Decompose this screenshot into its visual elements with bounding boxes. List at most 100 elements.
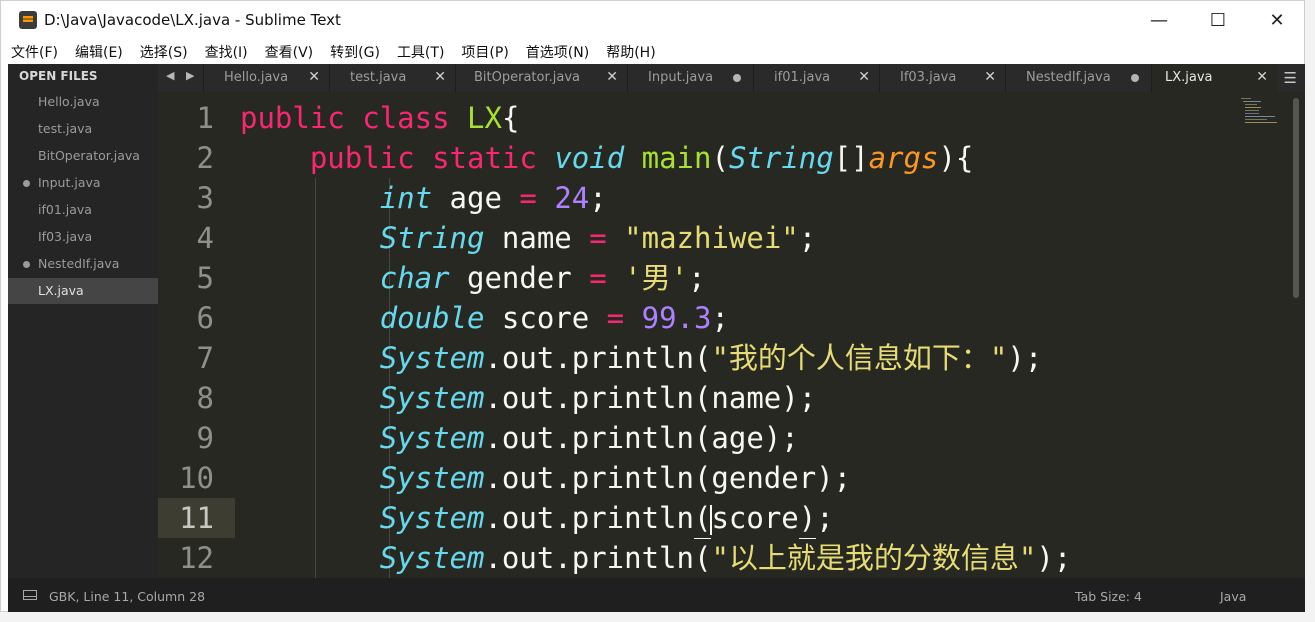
- tab-hello[interactable]: Hello.java ✕: [203, 64, 329, 92]
- sidebar-item-nestedif[interactable]: NestedIf.java: [8, 251, 158, 277]
- sidebar-item-label: Hello.java: [38, 94, 100, 109]
- tab-close-icon[interactable]: ✕: [984, 69, 996, 85]
- unsaved-dot-icon: [23, 261, 30, 268]
- line-number: 3: [196, 181, 214, 215]
- line-number: 7: [196, 341, 214, 375]
- code-line-9: System.out.println(age);: [379, 421, 799, 455]
- menu-view[interactable]: 查看(V): [265, 42, 314, 62]
- tab-close-icon[interactable]: ✕: [606, 69, 618, 85]
- status-bar: GBK, Line 11, Column 28 Tab Size: 4 Java: [8, 578, 1305, 612]
- sidebar-item-label: LX.java: [38, 283, 84, 298]
- line-number: 10: [179, 461, 214, 495]
- code-line-3: int age = 24;: [379, 181, 607, 215]
- sidebar-item-label: test.java: [38, 121, 93, 136]
- tab-close-icon[interactable]: ✕: [1256, 69, 1268, 85]
- menu-edit[interactable]: 编辑(E): [75, 42, 123, 62]
- tab-if01[interactable]: if01.java ✕: [753, 64, 879, 92]
- menu-tools[interactable]: 工具(T): [397, 42, 444, 62]
- unsaved-dot-icon[interactable]: [733, 74, 741, 82]
- sublime-logo-icon: [19, 11, 37, 29]
- unsaved-dot-icon[interactable]: [1131, 74, 1139, 82]
- maximize-icon: ☐: [1209, 9, 1227, 31]
- tab-nestedif[interactable]: NestedIf.java: [1005, 64, 1151, 92]
- menu-project[interactable]: 项目(P): [461, 42, 508, 62]
- tab-close-icon[interactable]: ✕: [308, 69, 320, 85]
- close-icon: ✕: [1269, 9, 1285, 31]
- sidebar-item-label: NestedIf.java: [38, 256, 120, 271]
- sidebar-item-if01[interactable]: if01.java: [8, 197, 158, 223]
- tab-label: if01.java: [774, 70, 831, 85]
- sidebar-item-lx[interactable]: LX.java: [8, 278, 158, 304]
- line-number: 4: [196, 221, 214, 255]
- tab-bitoperator[interactable]: BitOperator.java ✕: [455, 64, 627, 92]
- code-line-5: char gender = '男';: [379, 261, 706, 295]
- minimize-icon: —: [1150, 9, 1168, 31]
- tab-lx[interactable]: LX.java ✕: [1151, 64, 1277, 92]
- tab-label: If03.java: [900, 70, 957, 85]
- cursor-position-status: GBK, Line 11, Column 28: [49, 589, 206, 604]
- sidebar-item-label: BitOperator.java: [38, 148, 140, 163]
- tab-bar: ◀ ▶ Hello.java ✕ test.java ✕ BitOperator…: [158, 64, 1305, 92]
- sidebar-item-input[interactable]: Input.java: [8, 170, 158, 196]
- code-line-1: public class LX{: [240, 101, 520, 135]
- sidebar-item-label: if01.java: [38, 202, 92, 217]
- code-line-6: double score = 99.3;: [379, 301, 729, 335]
- menu-goto[interactable]: 转到(G): [330, 42, 380, 62]
- background-desktop: [1305, 0, 1315, 622]
- minimap[interactable]: [1241, 98, 1283, 126]
- line-number: 1: [196, 101, 214, 135]
- tab-close-icon[interactable]: ✕: [434, 69, 446, 85]
- menu-preferences[interactable]: 首选项(N): [526, 42, 589, 62]
- menu-bar: 文件(F) 编辑(E) 选择(S) 查找(I) 查看(V) 转到(G) 工具(T…: [1, 39, 1304, 65]
- sidebar-item-hello[interactable]: Hello.java: [8, 89, 158, 115]
- tab-label: LX.java: [1165, 70, 1213, 85]
- tab-scroll-arrows-icon[interactable]: ◀ ▶: [166, 69, 198, 82]
- sidebar-item-test[interactable]: test.java: [8, 116, 158, 142]
- menu-file[interactable]: 文件(F): [11, 42, 58, 62]
- minimize-button[interactable]: —: [1130, 1, 1188, 39]
- tab-label: Input.java: [648, 70, 714, 85]
- menu-selection[interactable]: 选择(S): [140, 42, 188, 62]
- code-line-12: System.out.println("以上就是我的分数信息");: [379, 541, 1072, 575]
- sidebar-item-label: Input.java: [38, 175, 101, 190]
- line-number: 8: [196, 381, 214, 415]
- window-title: D:\Java\Javacode\LX.java - Sublime Text: [44, 11, 341, 29]
- line-number: 2: [196, 141, 214, 175]
- code-line-11: System.out.println(score);: [240, 498, 834, 539]
- tab-label: test.java: [350, 70, 407, 85]
- unsaved-dot-icon: [23, 180, 30, 187]
- code-line-10: System.out.println(gender);: [379, 461, 852, 495]
- code-line-2: public static void main(String[]args){: [309, 141, 974, 175]
- sidebar-item-bitoperator[interactable]: BitOperator.java: [8, 143, 158, 169]
- tab-input[interactable]: Input.java: [627, 64, 753, 92]
- maximize-button[interactable]: ☐: [1189, 1, 1247, 39]
- line-number: 6: [196, 301, 214, 335]
- tab-label: Hello.java: [224, 70, 289, 85]
- tab-close-icon[interactable]: ✕: [858, 69, 870, 85]
- line-number: 12: [179, 541, 214, 575]
- tab-if03[interactable]: If03.java ✕: [879, 64, 1005, 92]
- line-number-gutter: 1 2 3 4 5 6 7 8 9 10 11 12: [158, 92, 235, 578]
- sidebar-item-label: If03.java: [38, 229, 93, 244]
- syntax-status[interactable]: Java: [1220, 589, 1246, 604]
- line-number: 9: [196, 421, 214, 455]
- sidebar-item-if03[interactable]: If03.java: [8, 224, 158, 250]
- title-bar[interactable]: D:\Java\Javacode\LX.java - Sublime Text …: [1, 1, 1304, 39]
- background-desktop-bottom: [0, 612, 1315, 622]
- tab-size-status[interactable]: Tab Size: 4: [1075, 589, 1142, 604]
- code-line-7: System.out.println("我的个人信息如下：");: [379, 341, 1043, 375]
- tab-test[interactable]: test.java ✕: [329, 64, 455, 92]
- panel-toggle-icon[interactable]: [23, 590, 37, 600]
- hamburger-menu-icon[interactable]: ☰: [1284, 69, 1297, 87]
- vertical-scrollbar[interactable]: [1293, 98, 1299, 298]
- close-button[interactable]: ✕: [1248, 1, 1304, 39]
- code-line-8: System.out.println(name);: [379, 381, 817, 415]
- menu-help[interactable]: 帮助(H): [606, 42, 655, 62]
- code-editor[interactable]: 1 2 3 4 5 6 7 8 9 10 11 12 public class …: [158, 92, 1305, 578]
- code-line-4: String name = "mazhiwei";: [379, 221, 817, 255]
- line-number: 11: [179, 501, 214, 535]
- tab-label: NestedIf.java: [1026, 70, 1111, 85]
- matched-bracket: ): [798, 498, 817, 539]
- menu-find[interactable]: 查找(I): [205, 42, 248, 62]
- matched-bracket: (: [693, 498, 712, 539]
